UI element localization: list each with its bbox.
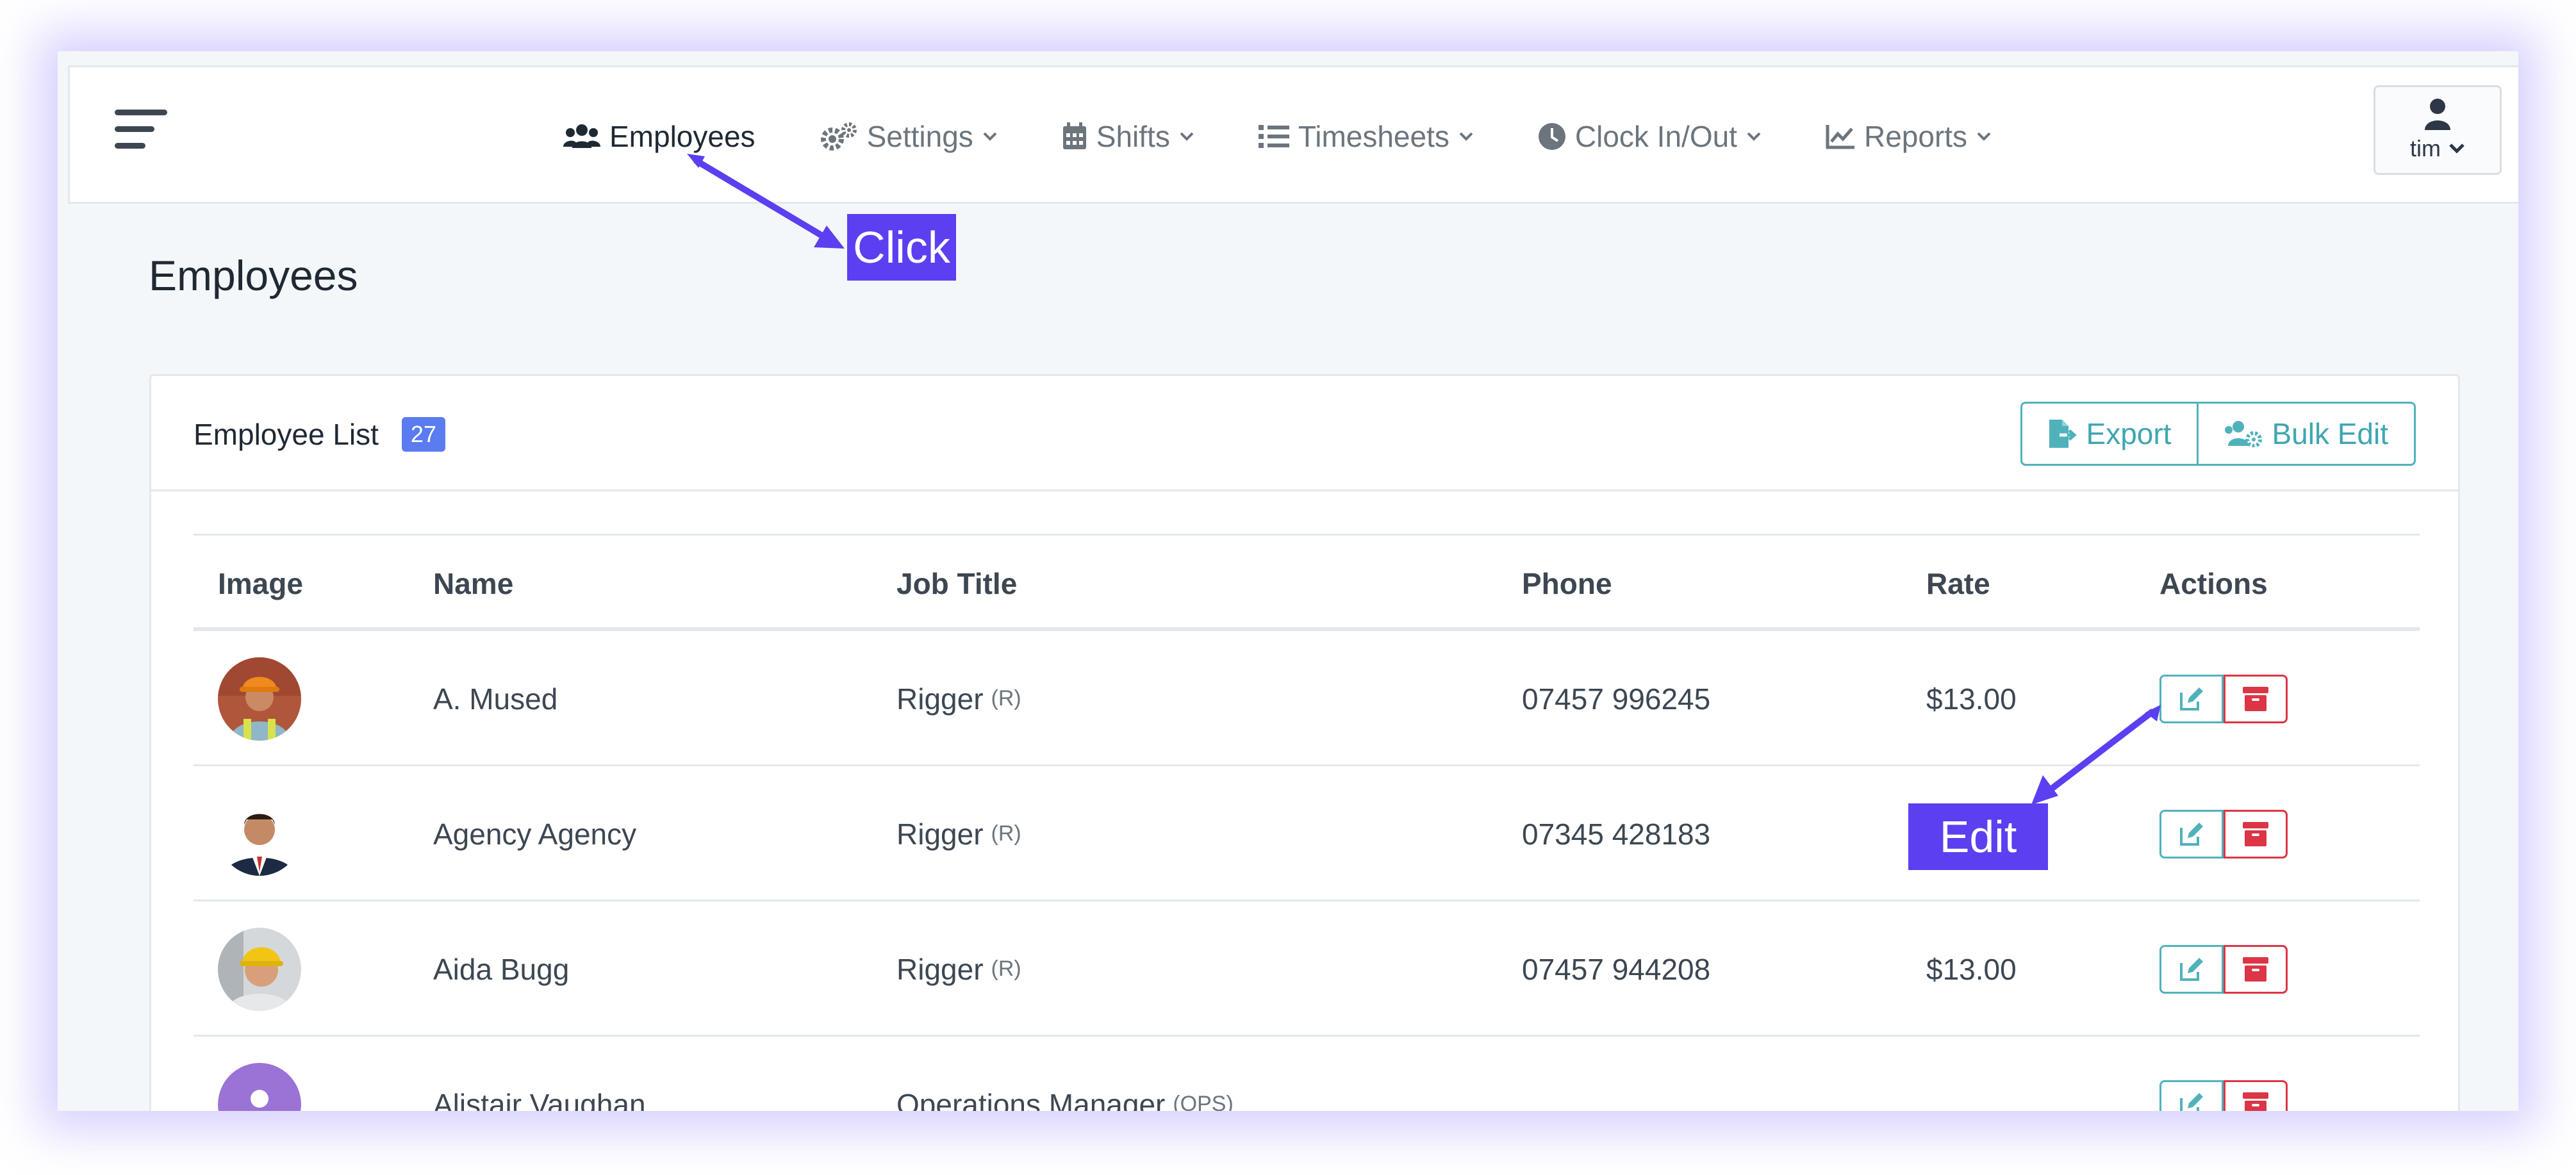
bulk-edit-button[interactable]: Bulk Edit [2199,402,2416,466]
nav-timesheets-label: Timesheets [1298,120,1449,153]
employee-name: Alistair Vaughan [433,1087,646,1112]
edit-annotation: Edit [1908,803,2048,870]
employee-name: A. Mused [433,682,558,716]
main-nav: Employees Settings Shifts Timesheets Clo… [563,67,2056,206]
chevron-down-icon [1180,132,1194,141]
phone: 07345 428183 [1522,817,1711,851]
clock-icon [1538,123,1565,150]
header-rate: Rate [1926,567,1990,600]
card-header: Employee List 27 Export Bulk Edit [151,376,2458,491]
table-row[interactable]: Aida Bugg Rigger (R) 07457 944208 $13.00 [194,901,2420,1037]
header-actions: Actions [2159,567,2268,600]
page-title: Employees [149,252,358,299]
nav-clock-in-out[interactable]: Clock In/Out [1538,119,1762,154]
nav-settings[interactable]: Settings [820,119,998,154]
nav-settings-label: Settings [866,120,973,153]
job-code: (R) [991,686,1021,711]
table-row[interactable]: A. Mused Rigger (R) 07457 996245 $13.00 [194,631,2420,766]
employee-list-card: Employee List 27 Export Bulk Edit Image … [149,374,2460,1111]
job-title: Rigger (R) [896,817,1021,851]
table-row[interactable]: Alistair Vaughan Operations Manager (OPS) [194,1037,2420,1111]
bulk-edit-label: Bulk Edit [2272,417,2388,450]
nav-shifts[interactable]: Shifts [1062,119,1194,154]
edit-button[interactable] [2159,944,2224,994]
job-title: Rigger (R) [896,952,1021,986]
chevron-down-icon [1459,132,1473,141]
nav-employees-label: Employees [609,120,755,153]
rate: $13.00 [1926,952,2017,986]
header-job-title: Job Title [896,567,1018,600]
archive-icon [2243,1092,2268,1111]
chevron-down-icon [983,132,997,141]
click-annotation: Click [847,214,956,281]
rate: $13.00 [1926,682,2017,716]
nav-reports-label: Reports [1863,120,1968,153]
list-icon [1258,125,1289,148]
chevron-down-icon [1977,132,1991,141]
chart-line-icon [1826,125,1854,149]
users-cog-icon [2225,421,2263,447]
edit-button[interactable] [2159,674,2224,723]
job-code: (R) [991,821,1021,846]
header-name: Name [433,567,514,600]
archive-button[interactable] [2224,809,2288,859]
nav-employees[interactable]: Employees [563,119,755,154]
edit-icon [2180,1092,2203,1111]
job-code: (R) [991,957,1021,981]
archive-button[interactable] [2224,674,2288,723]
avatar [218,927,301,1011]
employee-count-badge: 27 [401,417,445,452]
chevron-down-icon [1747,132,1761,141]
job-code: (OPS) [1173,1092,1234,1111]
nav-reports[interactable]: Reports [1826,119,1992,154]
job-title: Operations Manager (OPS) [896,1037,1234,1112]
chevron-down-icon [2449,144,2465,154]
avatar [218,792,301,876]
export-button[interactable]: Export [2020,402,2199,466]
archive-button[interactable] [2224,944,2288,994]
phone: 07457 996245 [1522,682,1711,716]
nav-timesheets[interactable]: Timesheets [1258,119,1474,154]
archive-button[interactable] [2224,1080,2288,1111]
user-menu-button[interactable]: tim [2374,85,2502,175]
employee-name: Aida Bugg [433,952,570,986]
job-title: Rigger (R) [896,682,1021,716]
employee-table: Image Name Job Title Phone Rate Actions [194,534,2420,1111]
cogs-icon [820,122,857,151]
avatar [218,1062,301,1111]
edit-button[interactable] [2159,809,2224,859]
nav-clock-in-out-label: Clock In/Out [1574,120,1737,153]
header-image: Image [218,567,303,600]
export-label: Export [2086,417,2172,450]
card-title: Employee List 27 [194,417,445,452]
calendar-icon [1062,122,1086,149]
edit-icon [2180,957,2203,981]
archive-icon [2243,686,2268,711]
user-name: tim [2410,135,2441,161]
edit-icon [2180,687,2203,711]
table-header: Image Name Job Title Phone Rate Actions [194,534,2420,631]
top-navbar: Employees Settings Shifts Timesheets Clo… [68,65,2518,204]
card-actions: Export Bulk Edit [2020,402,2416,466]
file-export-icon [2049,420,2077,448]
header-phone: Phone [1522,567,1612,600]
nav-shifts-label: Shifts [1096,120,1170,153]
users-icon [563,124,600,148]
edit-button[interactable] [2159,1080,2224,1111]
phone: 07457 944208 [1522,952,1711,986]
card-title-text: Employee List [194,418,379,451]
avatar [218,657,301,741]
app-window: Employees Settings Shifts Timesheets Clo… [58,51,2518,1111]
table-row[interactable]: Agency Agency Rigger (R) 07345 428183 [194,766,2420,901]
employee-name: Agency Agency [433,817,637,851]
hamburger-menu-icon[interactable] [115,107,167,152]
user-icon [2425,99,2450,130]
archive-icon [2243,957,2268,982]
edit-icon [2180,822,2203,846]
archive-icon [2243,821,2268,846]
